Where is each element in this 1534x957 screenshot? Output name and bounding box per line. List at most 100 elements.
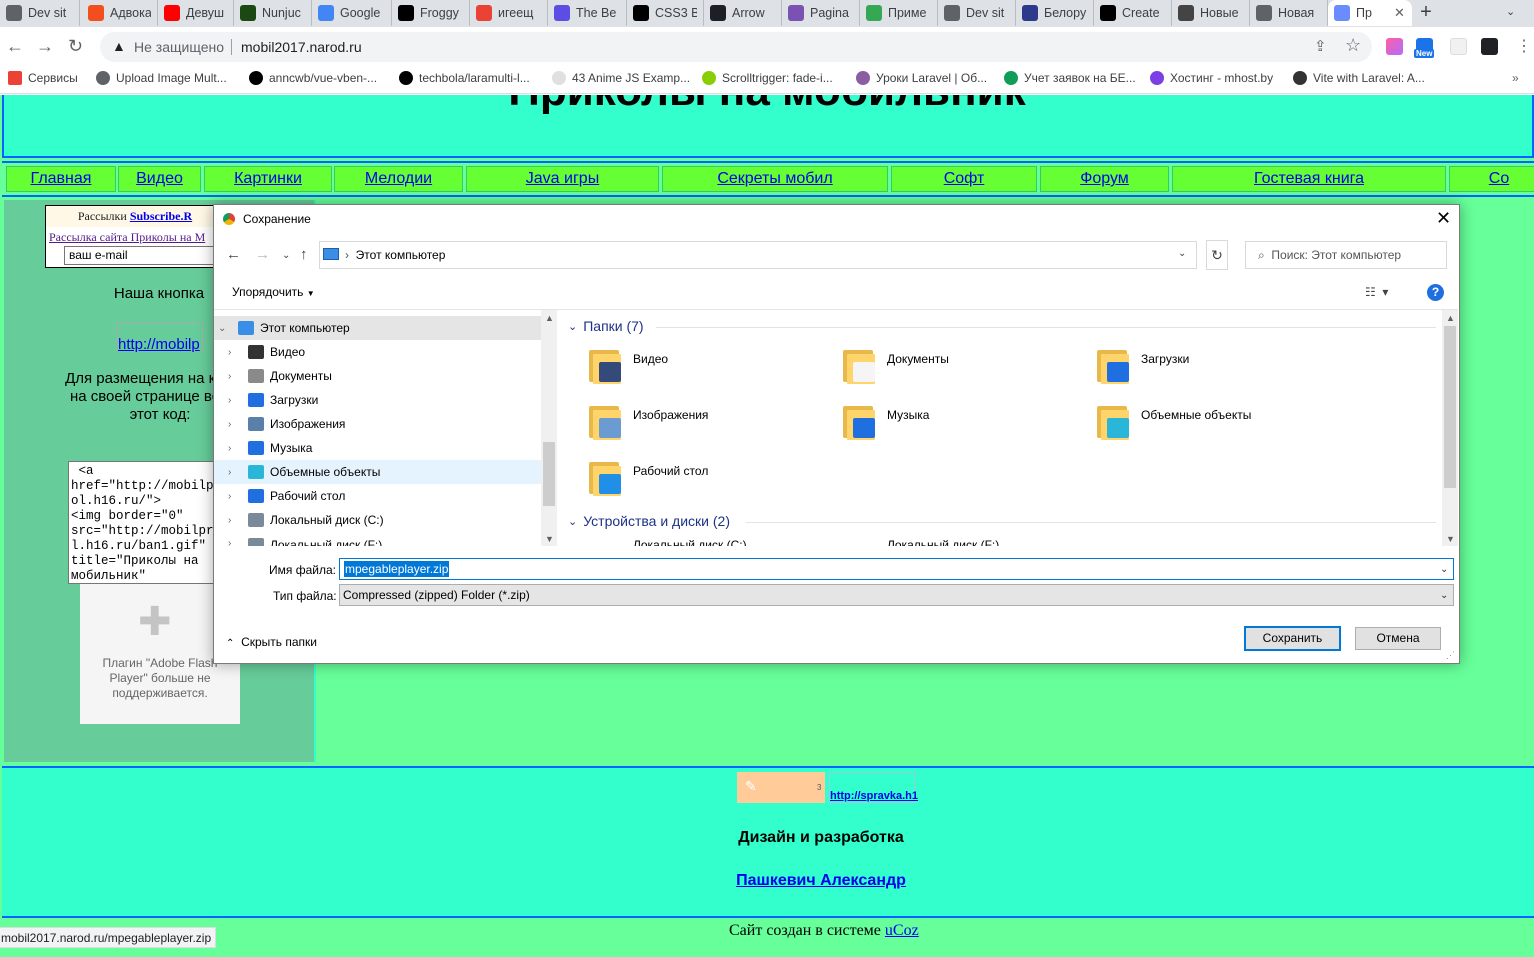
bookmark-item[interactable]: Учет заявок на БЕ... [1004, 71, 1136, 85]
resize-grip-icon[interactable]: ⋰ [1446, 650, 1455, 661]
nav-link[interactable]: Софт [944, 170, 985, 187]
tab[interactable]: игеещ [470, 0, 548, 26]
view-options-icon[interactable]: ☷ ▾ [1365, 285, 1388, 299]
tree-scroll-thumb[interactable] [543, 442, 555, 506]
tab[interactable]: Create [1094, 0, 1172, 26]
extension-grid-icon[interactable] [1450, 38, 1467, 55]
tab[interactable]: Пр ✕ [1328, 0, 1412, 26]
back-icon[interactable]: ← [6, 36, 24, 56]
tab-search-icon[interactable]: ⌄ [1506, 5, 1515, 18]
dialog-back-icon[interactable]: ← [226, 246, 241, 263]
path-text[interactable]: › Этот компьютер [345, 248, 445, 262]
tree-item[interactable]: › Документы [228, 364, 332, 388]
up-folder-icon[interactable]: ↑ [300, 246, 308, 263]
folder-item[interactable]: Музыка [841, 402, 929, 440]
folder-item[interactable]: Загрузки [1095, 346, 1189, 384]
help-icon[interactable]: ? [1427, 284, 1444, 301]
dialog-forward-icon[interactable]: → [255, 246, 270, 263]
tree-item[interactable]: › Рабочий стол [228, 484, 345, 508]
tab[interactable]: The Be [548, 0, 627, 26]
scroll-up-icon[interactable]: ▲ [545, 313, 554, 323]
folder-item[interactable]: Видео [587, 346, 668, 384]
refresh-icon[interactable]: ↻ [1206, 240, 1228, 270]
share-icon[interactable]: ⇪ [1314, 37, 1327, 55]
tree-item[interactable]: › Локальный диск (C:) [228, 508, 384, 532]
folder-item[interactable]: Объемные объекты [1095, 402, 1251, 440]
extension-dark-icon[interactable] [1481, 38, 1498, 55]
folder-item[interactable]: Изображения [587, 402, 708, 440]
path-bar[interactable] [319, 241, 1197, 269]
warning-icon[interactable]: ▲ [112, 38, 126, 54]
nav-link[interactable]: Мелодии [365, 170, 432, 187]
url-text[interactable]: mobil2017.narod.ru [241, 39, 362, 55]
counter-link[interactable]: http://spravka.h1 [830, 790, 918, 802]
code-textarea[interactable]: <a href="http://mobilpr ol.h16.ru/"> <im… [68, 461, 230, 584]
folder-item[interactable]: Рабочий стол [587, 458, 708, 496]
nav-link[interactable]: Форум [1080, 170, 1129, 187]
chevron-right-icon[interactable]: › [228, 443, 242, 454]
nav-link[interactable]: Java игры [526, 170, 599, 187]
scroll-down-icon[interactable]: ▼ [545, 534, 554, 544]
hide-folders-button[interactable]: ⌃ Скрыть папки [226, 635, 317, 649]
chevron-right-icon[interactable]: › [228, 491, 242, 502]
subscribe-link[interactable]: Subscribe.R [130, 209, 192, 223]
save-button[interactable]: Сохранить [1244, 626, 1341, 651]
nav-link[interactable]: Гостевая книга [1254, 170, 1364, 187]
tab[interactable]: CSS3 B [627, 0, 704, 26]
bookmark-item[interactable]: anncwb/vue-vben-... [249, 71, 377, 85]
tab[interactable]: Dev sit [938, 0, 1016, 26]
chevron-down-icon[interactable]: ⌄ [218, 323, 232, 334]
tab[interactable]: Froggy [392, 0, 470, 26]
nav-link[interactable]: Главная [31, 170, 92, 187]
tab[interactable]: Приме [860, 0, 938, 26]
bookmark-item[interactable]: Vite with Laravel: A... [1293, 71, 1425, 85]
bookmark-item[interactable]: Уроки Laravel | Об... [856, 71, 987, 85]
bookmark-item[interactable]: 43 Anime JS Examp... [552, 71, 690, 85]
nav-link[interactable]: Секреты мобил [717, 170, 832, 187]
devices-group-header[interactable]: ⌄ Устройства и диски (2) [568, 513, 730, 529]
tree-item[interactable]: › Локальный диск (F:) [228, 538, 382, 546]
filename-field[interactable] [339, 558, 1454, 580]
nav-link[interactable]: Видео [136, 170, 183, 187]
tree-item[interactable]: › Изображения [228, 412, 345, 436]
tree-item[interactable]: › Загрузки [228, 388, 318, 412]
files-scroll-thumb[interactable] [1444, 326, 1456, 488]
chevron-right-icon[interactable]: › [228, 395, 242, 406]
bookmark-item[interactable]: Хостинг - mhost.by [1150, 71, 1273, 85]
chevron-right-icon[interactable]: › [228, 371, 242, 382]
device-f-label[interactable]: Локальный диск (F:) [887, 538, 1087, 546]
email-field[interactable]: ваш e-mail [64, 246, 224, 265]
close-icon[interactable]: ✕ [1436, 208, 1451, 229]
path-segment[interactable]: Этот компьютер [356, 248, 446, 262]
scroll-up-icon[interactable]: ▲ [1446, 313, 1455, 323]
folders-group-header[interactable]: ⌄ Папки (7) [568, 318, 644, 334]
chevron-right-icon[interactable]: › [228, 467, 242, 478]
bookmark-item[interactable]: Сервисы [8, 71, 78, 85]
cancel-button[interactable]: Отмена [1355, 627, 1441, 650]
device-c-label[interactable]: Локальный диск (C:) [633, 538, 833, 546]
tab[interactable]: Новая [1250, 0, 1328, 26]
recent-locations-icon[interactable]: ⌄ [282, 250, 290, 261]
banner-image-alt[interactable]: http://mobilp [118, 336, 202, 352]
bookmarks-overflow-icon[interactable]: » [1512, 71, 1519, 85]
bookmark-item[interactable]: Upload Image Mult... [96, 71, 227, 85]
tree-item[interactable]: ⌄ Этот компьютер [218, 316, 350, 340]
tab[interactable]: Google [312, 0, 392, 26]
bookmark-item[interactable]: techbola/laramulti-l... [399, 71, 530, 85]
not-secure-label[interactable]: Не защищено [134, 39, 224, 55]
tab[interactable]: Arrow [704, 0, 782, 26]
scroll-down-icon[interactable]: ▼ [1446, 534, 1455, 544]
tab[interactable]: Адвока [82, 0, 158, 26]
path-dropdown-icon[interactable]: ⌄ [1178, 248, 1186, 259]
author-link[interactable]: Пашкевич Александр [0, 872, 1534, 890]
tab[interactable]: Dev sit [0, 0, 80, 26]
tab[interactable]: Pagina [782, 0, 860, 26]
organize-button[interactable]: Упорядочить ▼ [232, 285, 315, 299]
hit-counter[interactable]: ✎ 3 [737, 772, 825, 803]
tree-scrollbar[interactable] [541, 310, 557, 546]
tab[interactable]: Девуш [158, 0, 234, 26]
reload-icon[interactable]: ↻ [68, 36, 83, 56]
menu-kebab-icon[interactable]: ⋮ [1516, 36, 1532, 56]
chevron-right-icon[interactable]: › [228, 515, 242, 526]
chevron-right-icon[interactable]: › [228, 538, 242, 546]
